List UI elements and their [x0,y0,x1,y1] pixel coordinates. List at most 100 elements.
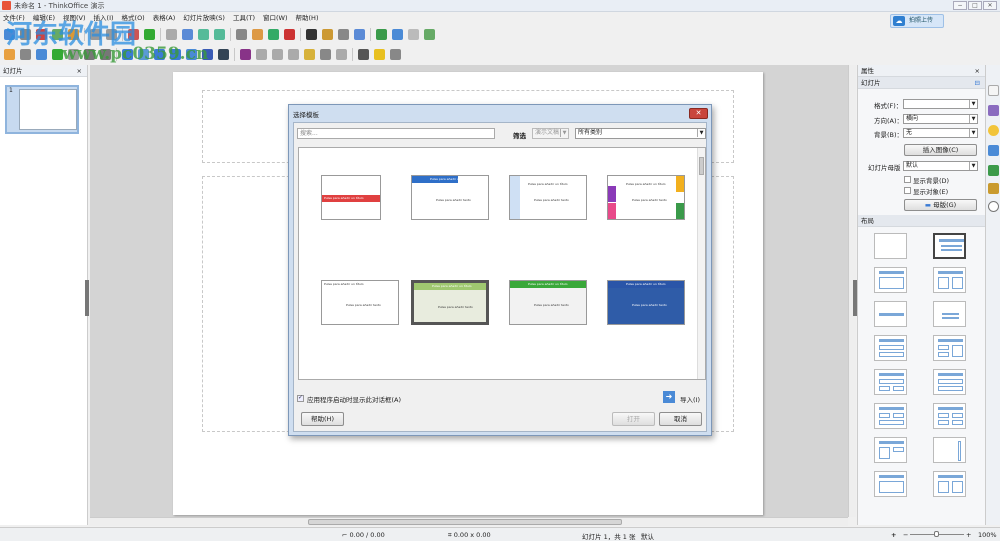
layout-option[interactable] [933,369,966,395]
menu-help[interactable]: 帮助(H) [296,12,319,24]
layout-option[interactable] [874,233,907,259]
layout-option[interactable] [874,471,907,497]
layout-option[interactable] [874,403,907,429]
slide-section-header[interactable]: 幻灯片 ⊟ [858,77,985,89]
insert-image-button[interactable]: 插入图像(C) [904,144,977,156]
master-select[interactable]: 默认 ▼ [903,161,978,171]
layout-option[interactable] [874,301,907,327]
horizontal-scroll-thumb[interactable] [308,519,622,525]
master-pages-icon[interactable] [988,183,999,194]
animation-icon[interactable] [988,201,999,212]
toolbar-button-icon[interactable] [408,29,419,40]
layout-option[interactable] [874,369,907,395]
toolbar-button-icon[interactable] [272,49,283,60]
show-on-startup-checkbox[interactable]: ✓ [297,394,304,402]
template-list-scrollbar[interactable] [697,148,705,379]
styles-icon[interactable] [988,165,999,176]
collapse-icon[interactable]: ⊟ [975,77,980,89]
layout-option[interactable] [933,403,966,429]
slide-transition-icon[interactable] [988,105,999,116]
toolbar-button-icon[interactable] [236,29,247,40]
template-thumbnail[interactable]: Pulsa para añadir un título Pulsa para añ… [509,280,587,325]
scroll-thumb[interactable] [699,157,704,175]
category-select[interactable]: 所有类别 ▼ [575,128,706,139]
toolbar-button-icon[interactable] [338,29,349,40]
toolbar-button-icon[interactable] [198,29,209,40]
toolbar-button-icon[interactable] [268,29,279,40]
toolbar-button-icon[interactable] [390,49,401,60]
toolbar-button-icon[interactable] [256,49,267,60]
maximize-button[interactable]: □ [968,1,982,10]
menu-tools[interactable]: 工具(T) [233,12,255,24]
toolbar-button-icon[interactable] [284,29,295,40]
import-icon[interactable]: ➜ [663,391,675,403]
background-select[interactable]: 无 ▼ [903,128,978,138]
format-select[interactable]: ▼ [903,99,978,109]
show-objects-checkbox[interactable] [904,187,911,194]
menu-window[interactable]: 窗口(W) [263,12,288,24]
menu-slideshow[interactable]: 幻灯片放映(S) [183,12,225,24]
toolbar-button-icon[interactable] [304,49,315,60]
toolbar-button-icon[interactable] [182,29,193,40]
master-name[interactable]: 默认 [641,531,654,541]
toolbar-button-icon[interactable] [358,49,369,60]
close-slides-panel-button[interactable]: × [77,65,82,77]
template-thumbnail[interactable]: Pulsa para añadir un título Pulsa para añ… [509,175,587,220]
master-button[interactable]: ▬ 母版(G) [904,199,977,211]
toolbar-button-icon[interactable] [144,29,155,40]
toolbar-button-icon[interactable] [376,29,387,40]
import-button[interactable]: 导入(I) [680,394,700,404]
toolbar-button-icon[interactable] [240,49,251,60]
toolbar-button-icon[interactable] [320,49,331,60]
close-properties-button[interactable]: × [975,65,980,77]
left-splitter-handle[interactable] [85,280,89,316]
layout-option[interactable] [933,437,966,463]
dialog-body: 搜索... 筛选 演示文稿 ▼ 所有类别 ▼ Pulsa para añadir u… [293,122,707,432]
gallery-icon[interactable] [988,125,999,136]
toolbar-button-icon[interactable] [252,29,263,40]
close-button[interactable]: ✕ [983,1,997,10]
layout-option[interactable] [874,267,907,293]
toolbar-button-icon[interactable] [354,29,365,40]
toolbar-button-icon[interactable] [306,29,317,40]
slide-thumbnail[interactable]: 1 [5,85,79,134]
orientation-select[interactable]: 横向 ▼ [903,114,978,124]
minimize-button[interactable]: − [953,1,967,10]
toolbar-button-icon[interactable] [322,29,333,40]
toolbar-button-icon[interactable] [336,49,347,60]
toolbar-button-icon[interactable] [218,49,229,60]
zoom-slider-handle[interactable] [934,531,939,537]
show-background-checkbox[interactable] [904,176,911,183]
zoom-in-button[interactable]: + [966,531,971,539]
template-thumbnail[interactable]: Pulsa para añadir un título Pulsa para añ… [411,280,489,325]
cancel-button[interactable]: 取消 [659,412,702,426]
navigator-icon[interactable] [988,145,999,156]
template-thumbnail[interactable]: Pulsa para añadir un título Pulsa para añ… [607,175,685,220]
toolbar-button-icon[interactable] [288,49,299,60]
toolbar-button-icon[interactable] [214,29,225,40]
toolbar-button-icon[interactable] [374,49,385,60]
template-thumbnail[interactable]: Pulsa para añadir un título Pulsa para añ… [607,280,685,325]
layout-option[interactable] [933,471,966,497]
template-title-text: Pulsa para añadir un título [324,196,364,200]
layout-option[interactable] [933,233,966,259]
template-thumbnail[interactable]: Pulsa para añadir un título Pulsa para añ… [321,280,399,325]
toolbar-button-icon[interactable] [424,29,435,40]
upload-button[interactable]: ☁ 拍照上传 [890,14,944,28]
template-thumbnail[interactable]: Pulsa para añadir un título Pulsa para añ… [411,175,489,220]
fit-button[interactable]: + [891,531,896,539]
menu-table[interactable]: 表格(A) [153,12,176,24]
zoom-out-button[interactable]: − [903,531,908,539]
properties-icon[interactable] [988,85,999,96]
toolbar-button-icon[interactable] [166,29,177,40]
layout-option[interactable] [874,335,907,361]
template-thumbnail[interactable]: Pulsa para añadir un título [321,175,381,220]
layout-option[interactable] [874,437,907,463]
layout-option[interactable] [933,267,966,293]
layout-option[interactable] [933,335,966,361]
toolbar-button-icon[interactable] [392,29,403,40]
dialog-close-button[interactable]: ✕ [689,108,708,119]
help-button[interactable]: 帮助(H) [301,412,344,426]
search-input[interactable]: 搜索... [297,128,495,139]
layout-option[interactable] [933,301,966,327]
